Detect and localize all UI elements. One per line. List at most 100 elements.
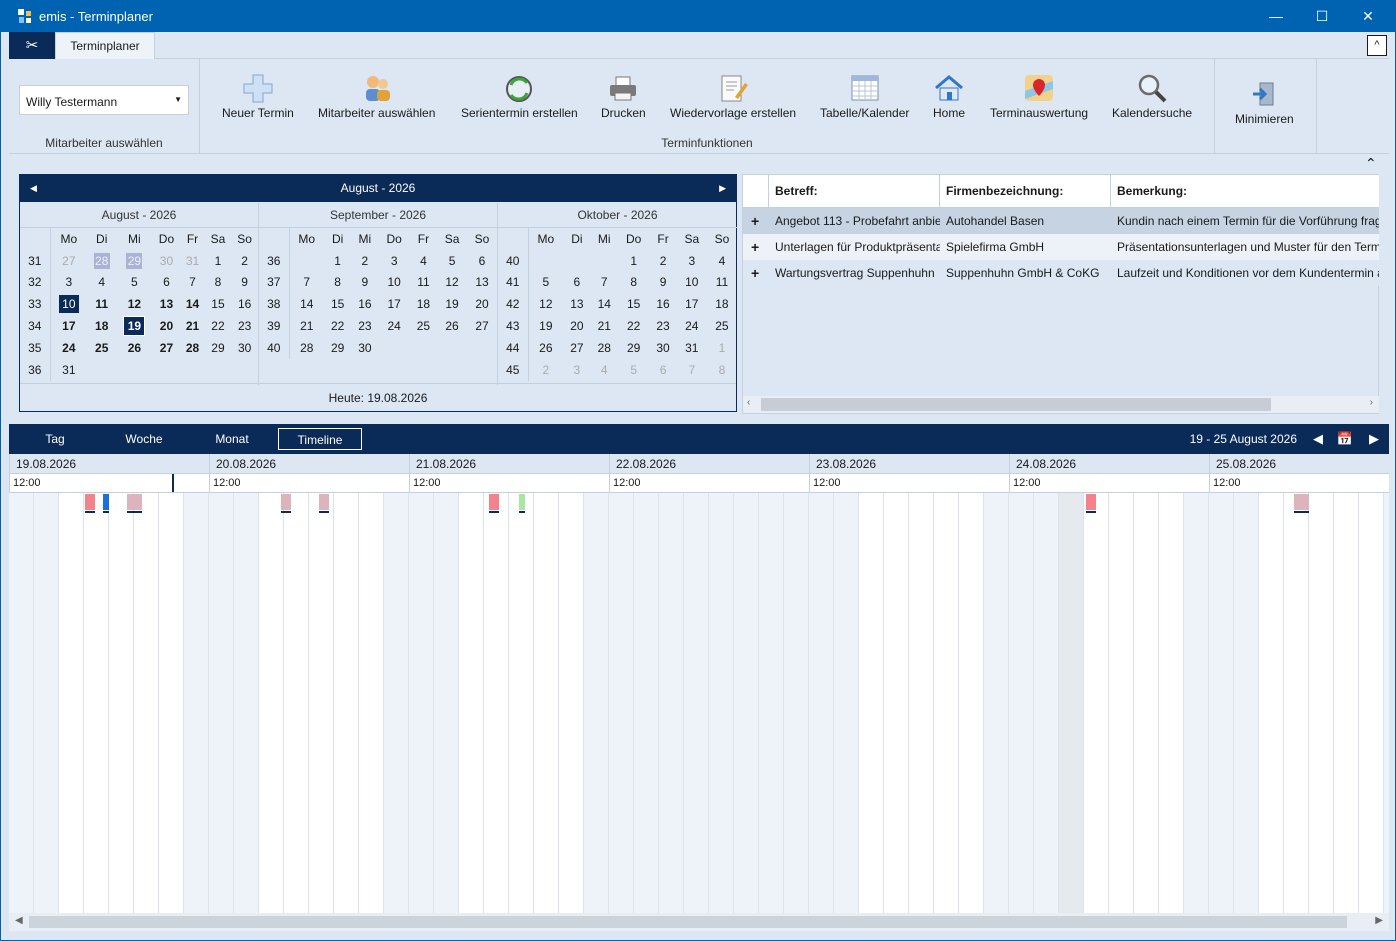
day-cell[interactable]: 17	[677, 293, 707, 315]
day-cell[interactable]: 24	[677, 315, 707, 337]
day-cell[interactable]: 10	[379, 272, 410, 294]
time-slot[interactable]	[1384, 493, 1389, 913]
highlighted-day[interactable]: 10	[50, 293, 87, 315]
view-monat-button[interactable]: Monat	[199, 428, 265, 450]
table-row[interactable]: + Unterlagen für Produktpräsentation Spiel…	[743, 234, 1379, 260]
prev-month-button[interactable]: ◀	[30, 175, 37, 202]
appointment-block[interactable]	[319, 494, 329, 513]
tab-terminplaner[interactable]: Terminplaner	[55, 32, 155, 60]
day-cell[interactable]: 24	[50, 337, 87, 359]
day-cell[interactable]: 2	[231, 250, 258, 272]
table-row[interactable]: + Angebot 113 - Probefahrt anbieten Autoha…	[743, 208, 1379, 234]
day-cell[interactable]: 4	[87, 272, 116, 294]
time-slot[interactable]	[184, 493, 209, 913]
home-button[interactable]: Home	[933, 73, 965, 120]
day-cell[interactable]: 8	[618, 272, 649, 294]
day-cell[interactable]: 29	[205, 337, 232, 359]
time-slot[interactable]	[859, 493, 884, 913]
day-cell[interactable]: 18	[410, 293, 437, 315]
day-cell[interactable]: 4	[591, 359, 618, 381]
day-cell[interactable]: 18	[87, 315, 116, 337]
day-cell[interactable]: 6	[563, 272, 590, 294]
day-cell[interactable]: 5	[116, 272, 152, 294]
day-cell[interactable]: 2	[649, 250, 676, 272]
day-cell[interactable]	[289, 250, 324, 272]
time-slot[interactable]	[584, 493, 609, 913]
collapse-ribbon-button[interactable]: ^	[1367, 35, 1387, 56]
time-slot[interactable]	[834, 493, 859, 913]
time-slot[interactable]	[209, 493, 234, 913]
day-cell[interactable]: 3	[50, 272, 87, 294]
day-cell[interactable]: 7	[289, 272, 324, 294]
day-cell[interactable]: 15	[205, 293, 232, 315]
time-slot[interactable]	[434, 493, 459, 913]
time-slot[interactable]	[934, 493, 959, 913]
day-cell[interactable]: 21	[591, 315, 618, 337]
day-cell[interactable]: 23	[231, 315, 258, 337]
day-cell[interactable]: 12	[437, 272, 467, 294]
appointment-block[interactable]	[519, 494, 525, 513]
time-slot[interactable]	[1109, 493, 1134, 913]
time-slot[interactable]	[1234, 493, 1259, 913]
day-cell[interactable]: 7	[591, 272, 618, 294]
calendar-picker-icon[interactable]: 📅	[1337, 424, 1353, 454]
day-cell[interactable]: 16	[351, 293, 378, 315]
day-cell[interactable]: 21	[289, 315, 324, 337]
next-month-button[interactable]: ▶	[719, 175, 726, 202]
table-calendar-button[interactable]: Tabelle/Kalender	[820, 73, 909, 120]
time-slot[interactable]	[9, 493, 34, 913]
time-slot[interactable]	[909, 493, 934, 913]
time-slot[interactable]	[884, 493, 909, 913]
time-slot[interactable]	[1284, 493, 1309, 913]
day-cell[interactable]: 27	[153, 337, 181, 359]
appointment-block[interactable]	[1086, 494, 1096, 513]
time-slot[interactable]	[959, 493, 984, 913]
day-cell[interactable]: 19	[437, 293, 467, 315]
expand-row-icon[interactable]: +	[743, 208, 769, 234]
time-slot[interactable]	[509, 493, 534, 913]
day-cell[interactable]: 27	[50, 250, 87, 272]
day-cell[interactable]: 12	[528, 293, 563, 315]
new-appointment-button[interactable]: Neuer Termin	[222, 73, 294, 120]
day-cell[interactable]: 5	[528, 272, 563, 294]
day-cell[interactable]: 20	[563, 315, 590, 337]
day-cell[interactable]: 25	[87, 337, 116, 359]
time-slot[interactable]	[1309, 493, 1334, 913]
day-cell[interactable]: 1	[707, 337, 737, 359]
day-cell[interactable]: 8	[707, 359, 737, 381]
time-slot[interactable]	[359, 493, 384, 913]
time-slot[interactable]	[234, 493, 259, 913]
time-slot[interactable]	[134, 493, 159, 913]
day-cell[interactable]: 14	[180, 293, 204, 315]
day-cell[interactable]	[437, 337, 467, 359]
day-cell[interactable]: 8	[205, 272, 232, 294]
scroll-left-icon[interactable]: ‹	[747, 397, 750, 408]
day-cell[interactable]: 14	[591, 293, 618, 315]
day-cell[interactable]: 11	[87, 293, 116, 315]
grid-header-bemerkung[interactable]: Bemerkung:	[1111, 175, 1379, 208]
day-cell[interactable]	[231, 359, 258, 381]
time-slot[interactable]	[1209, 493, 1234, 913]
day-cell[interactable]: 31	[180, 250, 204, 272]
day-cell[interactable]: 12	[116, 293, 152, 315]
day-cell[interactable]: 22	[324, 315, 351, 337]
appointment-block[interactable]	[127, 494, 142, 513]
recurring-appointment-button[interactable]: Serientermin erstellen	[461, 73, 578, 120]
day-cell[interactable]: 28	[289, 337, 324, 359]
time-slot[interactable]	[1184, 493, 1209, 913]
day-cell[interactable]: 13	[467, 272, 497, 294]
next-range-icon[interactable]: ▶	[1369, 424, 1379, 454]
day-cell[interactable]: 15	[324, 293, 351, 315]
day-cell[interactable]	[87, 359, 116, 381]
expand-row-icon[interactable]: +	[743, 234, 769, 260]
day-cell[interactable]: 16	[231, 293, 258, 315]
appointment-block[interactable]	[85, 494, 95, 513]
timeline-scroll-thumb[interactable]	[29, 916, 1347, 928]
time-slot[interactable]	[159, 493, 184, 913]
day-cell[interactable]: 27	[563, 337, 590, 359]
day-cell[interactable]: 1	[618, 250, 649, 272]
day-cell[interactable]: 9	[231, 272, 258, 294]
prev-range-icon[interactable]: ◀	[1313, 424, 1323, 454]
day-cell[interactable]: 30	[231, 337, 258, 359]
day-cell[interactable]: 11	[410, 272, 437, 294]
